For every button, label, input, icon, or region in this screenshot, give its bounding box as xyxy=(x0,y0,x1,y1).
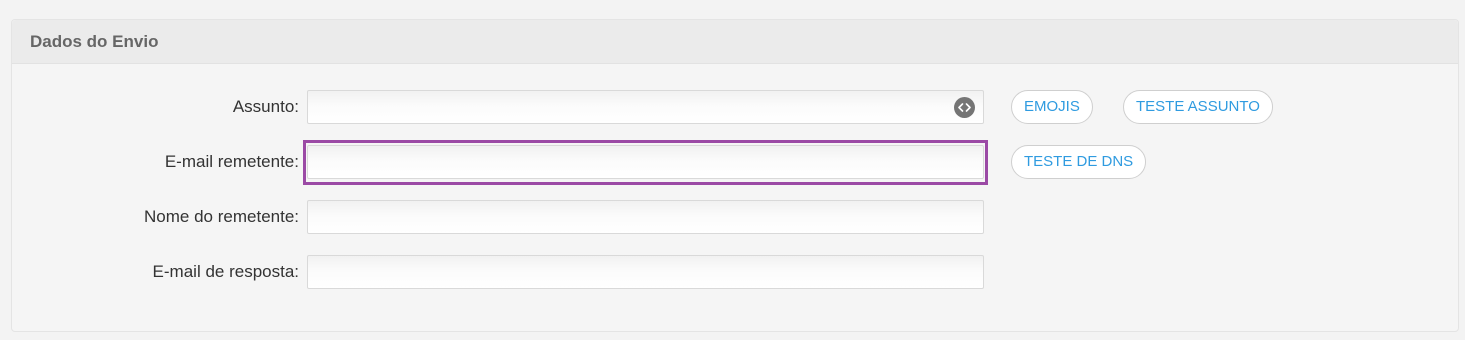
reply-email-row: E-mail de resposta: xyxy=(12,255,1458,289)
sender-email-row: E-mail remetente: TESTE DE DNS xyxy=(12,140,1458,185)
test-dns-button[interactable]: TESTE DE DNS xyxy=(1011,145,1147,179)
subject-row: Assunto: EMOJIS TESTE ASSUNTO xyxy=(12,90,1458,124)
reply-email-input[interactable] xyxy=(307,255,984,289)
sender-email-label: E-mail remetente: xyxy=(164,152,299,171)
reply-email-label: E-mail de resposta: xyxy=(152,262,299,281)
sender-name-label: Nome do remetente: xyxy=(144,207,299,226)
sender-email-input[interactable] xyxy=(307,145,984,179)
test-subject-button[interactable]: TESTE ASSUNTO xyxy=(1123,90,1273,124)
sender-name-input[interactable] xyxy=(307,200,984,234)
emojis-button[interactable]: EMOJIS xyxy=(1011,90,1093,124)
sender-name-row: Nome do remetente: xyxy=(12,200,1458,234)
subject-input[interactable] xyxy=(307,90,984,124)
panel-title: Dados do Envio xyxy=(30,31,159,51)
code-icon[interactable] xyxy=(954,97,975,118)
panel-header: Dados do Envio xyxy=(12,20,1458,64)
send-details-panel: Dados do Envio Assunto: EMOJIS TESTE ASS… xyxy=(11,19,1459,332)
